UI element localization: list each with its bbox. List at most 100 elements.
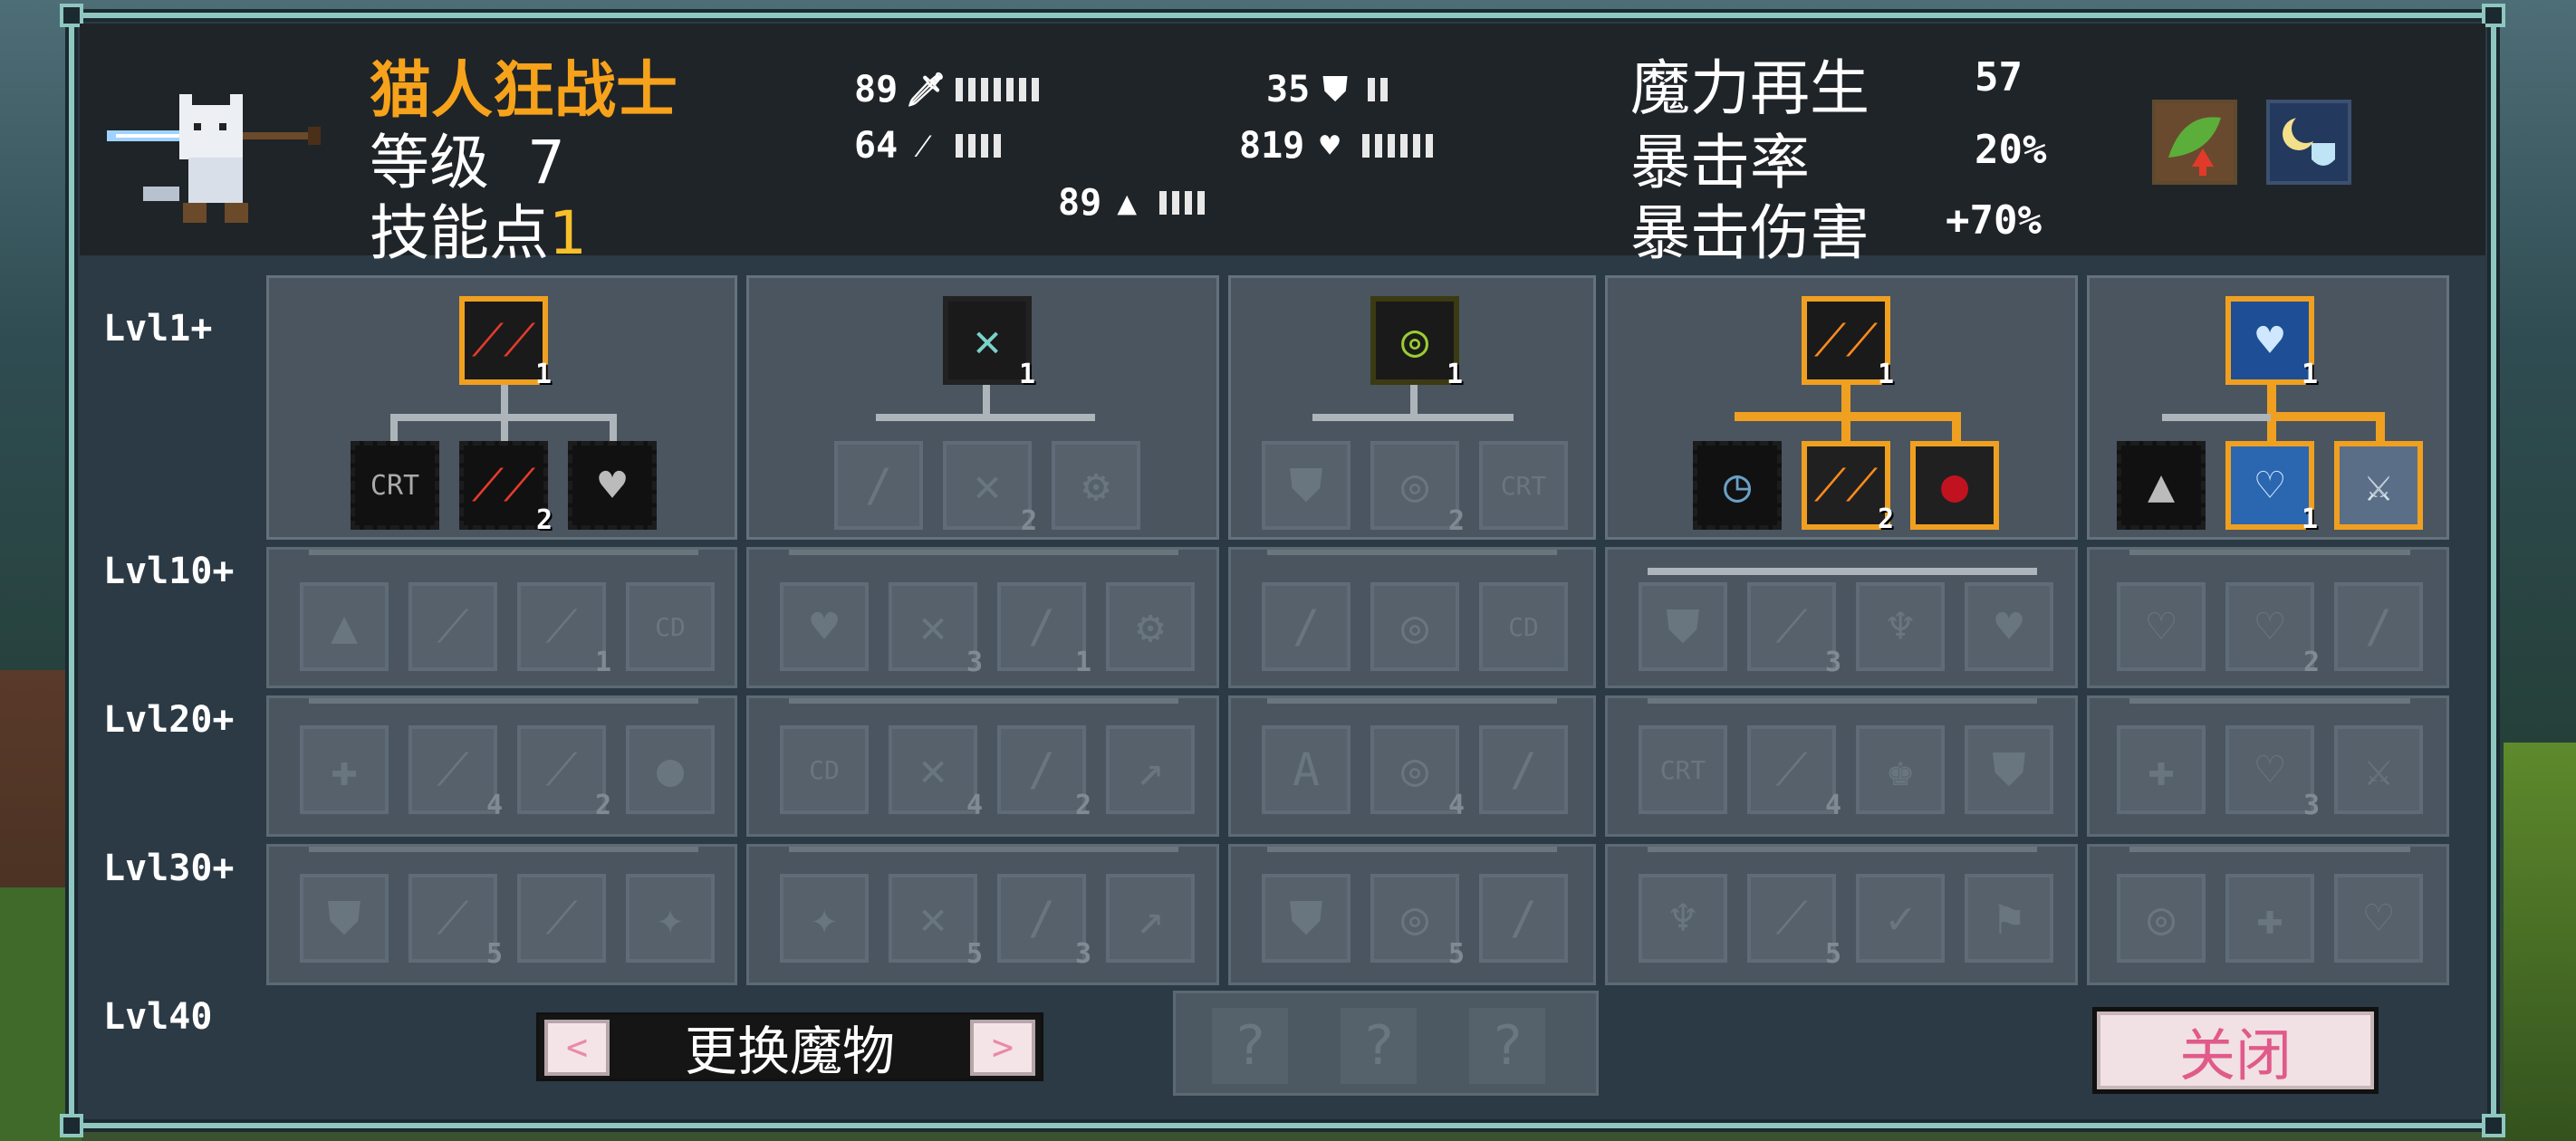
locked-skill[interactable]: ♆ — [1639, 874, 1727, 963]
claw-slash-skill[interactable]: ⟋⟋ 1 — [459, 296, 552, 390]
locked-skill[interactable]: ⟋ 4 — [409, 725, 503, 821]
locked-skill[interactable]: /1 — [997, 582, 1091, 678]
magic-stat: 64 ⁄ — [854, 125, 1002, 167]
weight-bars-skill[interactable]: ▲ — [2117, 441, 2206, 530]
locked-skill[interactable]: ⟋ — [409, 582, 497, 671]
crit-damage-value: +70% — [1946, 197, 2042, 244]
blood-drop-icon: ● — [1940, 459, 1969, 512]
locked-skill[interactable]: ♥ — [1965, 582, 2053, 671]
locked-skill[interactable]: ◎ 4 — [1370, 725, 1465, 821]
shield-bars-skill[interactable]: ⛊ — [1262, 441, 1350, 530]
locked-skill[interactable]: ⟋ 5 — [409, 874, 503, 970]
heart-bars-icon: ♥ — [598, 459, 627, 512]
hp-stat: 819 ♥ — [1239, 125, 1434, 167]
locked-skill[interactable]: ● — [626, 725, 715, 814]
locked-skill[interactable]: ◎ — [2117, 874, 2206, 963]
locked-skill[interactable]: ♆ — [1856, 582, 1945, 671]
locked-skill[interactable]: ✕ 4 — [889, 725, 983, 821]
sword-bars-skill[interactable]: / — [834, 441, 923, 530]
locked-skill[interactable]: ⚔ — [2334, 725, 2423, 814]
locked-skill[interactable]: ⟋ 2 — [517, 725, 611, 821]
blood-drop-skill[interactable]: ● — [1910, 441, 1999, 530]
heart-swap-skill[interactable]: ♡ 1 — [2225, 441, 2318, 535]
locked-skill[interactable]: ♥ — [780, 582, 869, 671]
locked-skill[interactable]: / — [1262, 582, 1350, 671]
crit-damage-label: 暴击伤害 — [1630, 198, 1870, 268]
clock-icon: ◷ — [1723, 459, 1752, 512]
orbit-ring-upgrade-skill[interactable]: ◎ 2 — [1370, 441, 1465, 537]
gear-skill[interactable]: ⚙ — [1052, 441, 1140, 530]
locked-skill[interactable]: ♡ — [2334, 874, 2423, 963]
leaf-buff-icon[interactable] — [2152, 100, 2237, 185]
tier30-tree4: ♆ ⟋ 5 ✓ ⚑ — [1605, 844, 2078, 985]
locked-skill[interactable]: ⛊ — [1965, 725, 2053, 814]
locked-skill[interactable]: ⛊ — [1639, 582, 1727, 671]
speed-stat: 89 ▲ — [1058, 182, 1206, 224]
locked-skill[interactable]: ⛊ — [1262, 874, 1350, 963]
locked-skill[interactable]: ▲ — [300, 582, 389, 671]
locked-skill[interactable]: / — [2334, 582, 2423, 671]
heart-bars-skill[interactable]: ♥ — [568, 441, 657, 530]
locked-skill[interactable]: ↗ — [1106, 874, 1195, 963]
locked-skill[interactable]: ✦ — [780, 874, 869, 963]
next-monster-button[interactable]: > — [970, 1020, 1035, 1076]
locked-skill[interactable]: ◎ 5 — [1370, 874, 1465, 970]
locked-skill[interactable]: ✚ — [2117, 725, 2206, 814]
locked-skill[interactable]: ⚙ — [1106, 582, 1195, 671]
locked-skill[interactable]: ♚ — [1856, 725, 1945, 814]
locked-skill[interactable]: A — [1262, 725, 1350, 814]
locked-skill[interactable]: ♡ — [2117, 582, 2206, 671]
tier-label-lvl10: Lvl10+ — [103, 551, 235, 592]
locked-skill[interactable]: / — [1479, 874, 1568, 963]
boot-icon: ▲ — [1117, 184, 1138, 222]
locked-skill[interactable]: ◎ — [1370, 582, 1459, 671]
locked-skill[interactable]: ⟋ — [517, 874, 606, 963]
locked-skill[interactable]: CD — [780, 725, 869, 814]
locked-skill[interactable]: ✓ — [1856, 874, 1945, 963]
prev-monster-button[interactable]: < — [544, 1020, 610, 1076]
locked-skill[interactable]: ♡ 2 — [2225, 582, 2320, 678]
tier30-tree5: ◎ ✚ ♡ — [2087, 844, 2449, 985]
orbit-ring-skill[interactable]: ◎ 1 — [1370, 296, 1463, 390]
locked-skill[interactable]: /3 — [997, 874, 1091, 970]
tier20-tree4: CRT ⟋ 4 ♚ ⛊ — [1605, 695, 2078, 837]
locked-skill[interactable]: /2 — [997, 725, 1091, 821]
sword-bars-icon: / — [864, 459, 893, 512]
locked-skill[interactable]: / — [1479, 725, 1568, 814]
locked-skill[interactable]: ⛊ — [300, 874, 389, 963]
tier30-tree2: ✦ ✕ 5 /3 ↗ — [746, 844, 1219, 985]
locked-skill[interactable]: ✕ 3 — [889, 582, 983, 678]
locked-skill[interactable]: ⟋ 4 — [1747, 725, 1841, 821]
locked-skill[interactable]: ✚ — [2225, 874, 2314, 963]
crit-skill-2[interactable]: CRT — [1479, 441, 1568, 530]
flame-slash-upgrade-skill[interactable]: ⟋⟋ 2 — [1802, 441, 1894, 535]
cross-blades-skill[interactable]: ✕ 1 — [943, 296, 1035, 390]
locked-skill[interactable]: ✦ — [626, 874, 715, 963]
swap-monster-button[interactable]: < 更换魔物 > — [536, 1012, 1043, 1082]
locked-skill[interactable]: ✕ 5 — [889, 874, 983, 970]
moon-shield-buff-icon[interactable] — [2266, 100, 2351, 185]
locked-skill[interactable]: ⟋ 1 — [517, 582, 611, 678]
heart-skill[interactable]: ♥ 1 — [2225, 296, 2318, 390]
locked-skill[interactable]: CRT — [1639, 725, 1727, 814]
locked-slot: ? — [1341, 1008, 1417, 1084]
flame-slash-skill[interactable]: ⟋⟋ 1 — [1802, 296, 1894, 390]
shield-icon: ⛊ — [1322, 71, 1348, 108]
attack-stat: 89 🗡 — [854, 69, 1040, 110]
ghost-sword-icon: ⚔ — [2364, 459, 2393, 512]
locked-skill[interactable]: ♡ 3 — [2225, 725, 2320, 821]
crit-skill[interactable]: CRT — [351, 441, 439, 530]
cross-blades-upgrade-skill[interactable]: ✕ 2 — [943, 441, 1037, 537]
locked-skill[interactable]: ⚑ — [1965, 874, 2053, 963]
claw-slash-upgrade-skill[interactable]: ⟋⟋ 2 — [459, 441, 553, 536]
locked-skill[interactable]: ↗ — [1106, 725, 1195, 814]
tier20-tree5: ✚ ♡ 3 ⚔ — [2087, 695, 2449, 837]
ghost-sword-skill[interactable]: ⚔ — [2334, 441, 2423, 530]
close-button[interactable]: 关闭 — [2092, 1007, 2379, 1094]
locked-skill[interactable]: CD — [626, 582, 715, 671]
locked-skill[interactable]: ✚ — [300, 725, 389, 814]
locked-skill[interactable]: ⟋ 5 — [1747, 874, 1841, 970]
locked-skill[interactable]: ⟋ 3 — [1747, 582, 1841, 678]
clock-skill[interactable]: ◷ — [1693, 441, 1782, 530]
locked-skill[interactable]: CD — [1479, 582, 1568, 671]
